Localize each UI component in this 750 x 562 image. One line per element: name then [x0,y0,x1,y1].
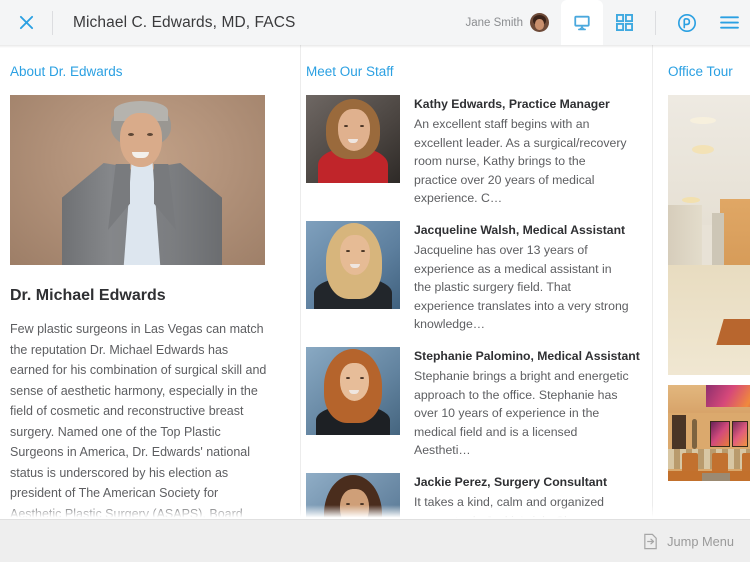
tab-presentation[interactable] [561,0,603,45]
jump-menu-button[interactable]: Jump Menu [642,533,734,550]
user-name: Jane Smith [465,16,523,29]
staff-list: Kathy Edwards, Practice Manager An excel… [306,95,644,519]
staff-description: It takes a kind, calm and organized pers… [414,494,605,519]
staff-name: Jackie Perez, Surgery Consultant [414,474,608,489]
staff-text: Kathy Edwards, Practice Manager An excel… [414,95,632,208]
section-title-office-tour[interactable]: Office Tour [668,64,733,79]
staff-name: Jacqueline Walsh, Medical Assistant [414,222,626,237]
presentation-icon [574,15,590,30]
jump-menu-icon [644,533,657,549]
staff-text: Jackie Perez, Surgery Consultant It take… [414,473,632,519]
staff-text: Stephanie Palomino, Medical Assistant St… [414,347,640,460]
columns-container: About Dr. Edwards Dr. Michael Edwards Fe… [0,45,750,519]
staff-text: Jacqueline Walsh, Medical Assistant Jacq… [414,221,632,334]
column-staff: Meet Our Staff Kathy Edwards, Practice M… [300,45,652,519]
list-item[interactable]: Kathy Edwards, Practice Manager An excel… [306,95,644,208]
staff-description: Jacqueline has over 13 years of experien… [414,242,629,332]
staff-photo [306,472,400,519]
office-lobby-image[interactable] [668,385,750,481]
staff-description: Stephanie brings a bright and energetic … [414,368,629,458]
staff-name: Stephanie Palomino, Medical Assistant [414,348,640,363]
staff-photo [306,95,400,183]
staff-name: Kathy Edwards, Practice Manager [414,97,610,111]
list-item[interactable]: Jacqueline Walsh, Medical Assistant Jacq… [306,220,644,334]
avatar [530,13,549,32]
jump-menu-label: Jump Menu [667,533,734,549]
column-separator-right [652,45,653,519]
doctor-portrait-image[interactable] [10,95,265,265]
section-title-about[interactable]: About Dr. Edwards [10,64,123,79]
grid-icon [615,14,633,31]
doctor-name: Dr. Michael Edwards [10,287,166,304]
toolbar-right-group: Jane Smith [465,0,750,45]
top-toolbar: Michael C. Edwards, MD, FACS Jane Smith [0,0,750,45]
list-item[interactable]: Jackie Perez, Surgery Consultant It take… [306,472,644,519]
column-about: About Dr. Edwards Dr. Michael Edwards Fe… [0,45,300,519]
toolbar-shadow [0,45,750,48]
hamburger-menu-button[interactable] [708,0,750,45]
staff-photo [306,346,400,435]
page-title: Michael C. Edwards, MD, FACS [73,13,296,31]
staff-photo [306,220,400,309]
close-icon [19,15,33,30]
content-area: About Dr. Edwards Dr. Michael Edwards Fe… [0,45,750,519]
hamburger-menu-icon [719,16,739,29]
prezi-logo-button[interactable] [666,0,708,45]
toolbar-divider-2 [655,10,656,35]
staff-description: An excellent staff begins with an excell… [414,117,627,206]
user-chip[interactable]: Jane Smith [465,13,561,32]
list-item[interactable]: Stephanie Palomino, Medical Assistant St… [306,346,644,460]
tab-grid[interactable] [603,0,645,45]
column-separator-left [300,45,301,519]
prezi-logo-icon [678,13,696,32]
column-office-tour: Office Tour [652,45,750,519]
footer-bar: Jump Menu [0,519,750,562]
section-title-staff[interactable]: Meet Our Staff [306,64,394,79]
office-hallway-image[interactable] [668,95,750,375]
doctor-bio: Few plastic surgeons in Las Vegas can ma… [10,322,267,519]
close-button[interactable] [0,0,52,45]
